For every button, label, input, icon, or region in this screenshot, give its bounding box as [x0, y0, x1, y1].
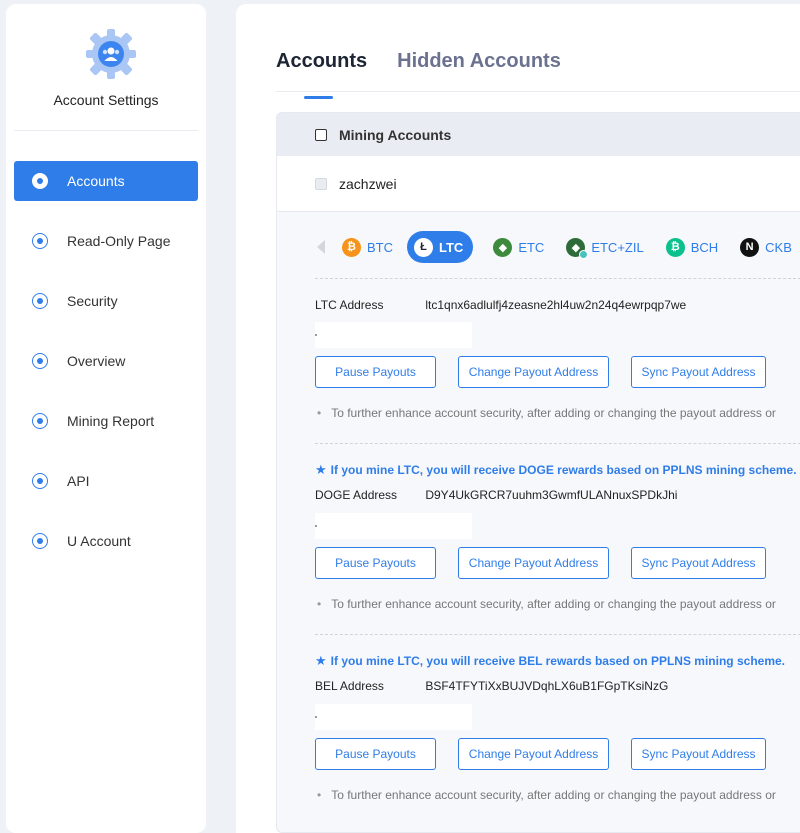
sync-payout-address-button[interactable]: Sync Payout Address: [631, 547, 766, 579]
account-row[interactable]: zachzwei: [277, 156, 800, 212]
sync-payout-address-button[interactable]: Sync Payout Address: [631, 738, 766, 770]
pause-payouts-button[interactable]: Pause Payouts: [315, 547, 436, 579]
address-extra-field: [315, 513, 472, 539]
ckb-icon: N: [740, 237, 760, 257]
sidebar-item-label: Security: [67, 293, 118, 309]
sidebar-item-label: Mining Report: [67, 413, 155, 429]
sidebar-item-u-account[interactable]: U Account: [14, 521, 198, 561]
account-name: zachzwei: [339, 175, 397, 192]
sidebar-item-read-only-page[interactable]: Read-Only Page: [14, 221, 198, 261]
address-value: D9Y4UkGRCR7uuhm3GwmfULANnuxSPDkJhi: [425, 488, 678, 502]
security-note: To further enhance account security, aft…: [315, 406, 776, 420]
section-divider: [315, 278, 800, 279]
address-label: LTC Address: [315, 298, 384, 312]
lock-icon: [32, 293, 48, 309]
sidebar-item-mining-report[interactable]: Mining Report: [14, 401, 198, 441]
coin-selector: ₿ BTC Ł LTC ◆ ETC ◆ ETC+ZIL ₿ BCH N CKB: [317, 231, 800, 263]
coin-tab-bch[interactable]: ₿ BCH: [665, 237, 719, 257]
star-icon: ★: [315, 653, 327, 668]
sidebar-item-api[interactable]: API: [14, 461, 198, 501]
coin-label: BCH: [690, 239, 719, 255]
star-icon: ★: [315, 462, 327, 477]
coin-tab-btc[interactable]: ₿ BTC: [342, 237, 393, 257]
address-row: BEL Address BSF4TFYTiXxBUJVDqhLX6uB1FGpT…: [315, 679, 668, 693]
promo-text: ★ If you mine LTC, you will receive DOGE…: [315, 462, 797, 478]
api-icon: [32, 473, 48, 489]
coin-tab-etc-zil[interactable]: ◆ ETC+ZIL: [566, 237, 644, 259]
bch-icon: ₿: [665, 237, 685, 257]
coin-label: LTC: [439, 239, 464, 255]
account-panel: Mining Accounts zachzwei ₿ BTC Ł LTC ◆ E…: [276, 112, 800, 833]
coin-label: CKB: [765, 239, 792, 255]
security-note: To further enhance account security, aft…: [315, 597, 776, 611]
address-row: DOGE Address D9Y4UkGRCR7uuhm3GwmfULANnux…: [315, 488, 677, 502]
change-payout-address-button[interactable]: Change Payout Address: [458, 547, 609, 579]
section-divider: [315, 634, 800, 635]
tabs-divider: [276, 91, 800, 92]
tab-hidden-accounts[interactable]: Hidden Accounts: [397, 50, 561, 73]
account-settings-title: Account Settings: [53, 92, 159, 108]
account-checkbox[interactable]: [315, 177, 327, 190]
promo-label: If you mine LTC, you will receive BEL re…: [330, 654, 785, 668]
address-value: BSF4TFYTiXxBUJVDqhLX6uB1FGpTKsiNzG: [425, 679, 669, 693]
tab-label: Accounts: [276, 50, 368, 72]
coin-label: BTC: [367, 239, 393, 255]
group-checkbox[interactable]: [315, 128, 327, 141]
pause-payouts-button[interactable]: Pause Payouts: [315, 738, 436, 770]
group-title: Mining Accounts: [339, 126, 452, 143]
report-icon: [32, 413, 48, 429]
eye-icon: [32, 233, 48, 249]
coin-tab-etc[interactable]: ◆ ETC: [493, 237, 545, 257]
pause-payouts-button[interactable]: Pause Payouts: [315, 356, 436, 388]
promo-label: If you mine LTC, you will receive DOGE r…: [330, 463, 797, 477]
sidebar-item-label: API: [67, 473, 90, 489]
coin-label: ETC+ZIL: [591, 239, 644, 255]
zil-badge-icon: [579, 249, 589, 259]
address-row: LTC Address ltc1qnx6adlulfj4zeasne2hl4uw…: [315, 298, 686, 312]
sidebar-item-security[interactable]: Security: [14, 281, 198, 321]
address-label: DOGE Address: [315, 488, 398, 502]
address-value: ltc1qnx6adlulfj4zeasne2hl4uw2n24q4ewrpqp…: [425, 298, 687, 312]
sidebar-nav: Accounts Read-Only Page Security Overvie…: [14, 161, 198, 581]
security-note: To further enhance account security, aft…: [315, 788, 776, 802]
user-icon: [32, 353, 48, 369]
tether-icon: [32, 533, 48, 549]
address-extra-field: [315, 322, 472, 348]
promo-text: ★ If you mine LTC, you will receive BEL …: [315, 653, 785, 669]
section-divider: [315, 443, 800, 444]
sidebar: Account Settings Accounts Read-Only Page…: [6, 4, 206, 833]
sidebar-item-label: Overview: [67, 353, 126, 369]
prev-arrow-icon[interactable]: [317, 240, 325, 254]
active-tab-indicator: [304, 96, 333, 99]
etc-zil-icon: ◆: [566, 237, 589, 259]
group-header: Mining Accounts: [277, 113, 800, 156]
tab-accounts[interactable]: Accounts: [276, 50, 368, 99]
ltc-icon: Ł: [414, 237, 433, 257]
account-settings-icon: [86, 29, 136, 79]
sidebar-item-label: Read-Only Page: [67, 233, 171, 249]
address-extra-field: [315, 704, 472, 730]
etc-icon: ◆: [493, 237, 513, 257]
tab-label: Hidden Accounts: [397, 50, 561, 72]
sync-payout-address-button[interactable]: Sync Payout Address: [631, 356, 766, 388]
coin-tab-ckb[interactable]: N CKB: [740, 237, 792, 257]
btc-icon: ₿: [342, 237, 361, 257]
coin-label: ETC: [518, 239, 545, 255]
main-content: Accounts Hidden Accounts Mining Accounts…: [236, 4, 800, 833]
sidebar-item-label: Accounts: [67, 173, 125, 189]
address-label: BEL Address: [315, 679, 384, 693]
accounts-icon: [32, 173, 48, 189]
sidebar-item-accounts[interactable]: Accounts: [14, 161, 198, 201]
tabs: Accounts Hidden Accounts: [276, 50, 591, 99]
sidebar-item-overview[interactable]: Overview: [14, 341, 198, 381]
sidebar-divider: [14, 130, 198, 131]
coin-tab-ltc[interactable]: Ł LTC: [407, 231, 474, 263]
change-payout-address-button[interactable]: Change Payout Address: [458, 738, 609, 770]
sidebar-item-label: U Account: [67, 533, 131, 549]
change-payout-address-button[interactable]: Change Payout Address: [458, 356, 609, 388]
